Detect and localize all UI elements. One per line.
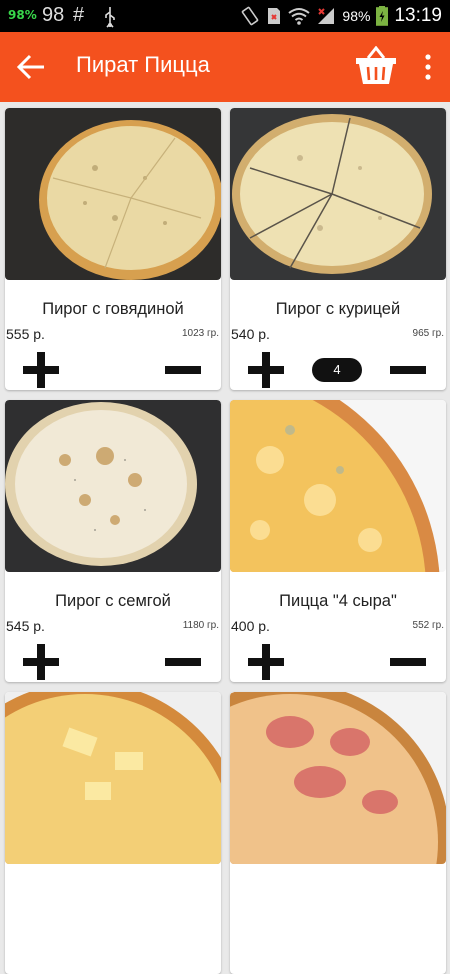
remove-button[interactable] — [390, 366, 426, 374]
add-button[interactable] — [248, 644, 284, 680]
product-photo — [5, 400, 221, 572]
product-name: Пирог с курицей — [275, 300, 401, 318]
product-photo — [230, 400, 446, 572]
product-photo — [230, 108, 446, 280]
product-name: Пицца "4 сыра" — [279, 592, 397, 610]
product-card[interactable] — [230, 692, 446, 974]
add-button[interactable] — [248, 352, 284, 388]
product-photo — [5, 108, 221, 280]
product-card[interactable]: Пирог с курицей 540 р. 965 гр. 4 — [230, 108, 446, 390]
wifi-icon — [288, 8, 311, 25]
page-title: Пират Пицца — [76, 52, 210, 77]
product-weight: 1180 гр. — [182, 620, 219, 631]
clock: 13:19 — [394, 5, 442, 26]
more-vert-icon[interactable] — [422, 54, 434, 80]
product-weight: 965 гр. — [412, 328, 444, 339]
product-name: Пирог с говядиной — [42, 300, 184, 318]
battery-charging-icon — [376, 6, 389, 26]
product-card[interactable]: Пирог с семгой 545 р. 1180 гр. — [5, 400, 221, 682]
remove-button[interactable] — [165, 366, 201, 374]
sim-card-icon — [268, 8, 281, 24]
product-weight: 1023 гр. — [181, 328, 219, 339]
vibrate-icon — [242, 6, 259, 26]
product-price: 540 р. — [231, 326, 270, 342]
product-card[interactable] — [5, 692, 221, 974]
remove-button[interactable] — [390, 658, 426, 666]
product-price: 555 р. — [6, 326, 45, 342]
quantity-badge: 4 — [312, 358, 362, 382]
notification-count: 98 — [42, 4, 65, 26]
arrow-back-icon[interactable] — [16, 53, 46, 81]
basket-icon[interactable] — [354, 46, 398, 86]
product-card[interactable]: Пирог с говядиной 555 р. 1023 гр. — [5, 108, 221, 390]
product-name: Пирог с семгой — [55, 592, 171, 610]
hash-icon: # — [73, 4, 85, 26]
product-card[interactable]: Пицца "4 сыра" 400 р. 552 гр. — [230, 400, 446, 682]
product-grid: Пирог с говядиной 555 р. 1023 гр. Пирог … — [0, 102, 450, 974]
status-bar: 98% 98 # 98% 13:19 — [0, 0, 450, 32]
signal-icon — [318, 8, 335, 24]
remove-button[interactable] — [165, 658, 201, 666]
battery-percent-left: 98% — [8, 8, 37, 22]
product-weight: 552 гр. — [412, 620, 444, 631]
product-photo — [230, 692, 446, 864]
add-button[interactable] — [23, 352, 59, 388]
battery-percent: 98% — [342, 8, 371, 24]
add-button[interactable] — [23, 644, 59, 680]
product-photo — [5, 692, 221, 864]
app-bar: Пират Пицца — [0, 32, 450, 102]
product-price: 400 р. — [231, 618, 270, 634]
product-price: 545 р. — [6, 618, 45, 634]
usb-icon — [105, 7, 115, 28]
